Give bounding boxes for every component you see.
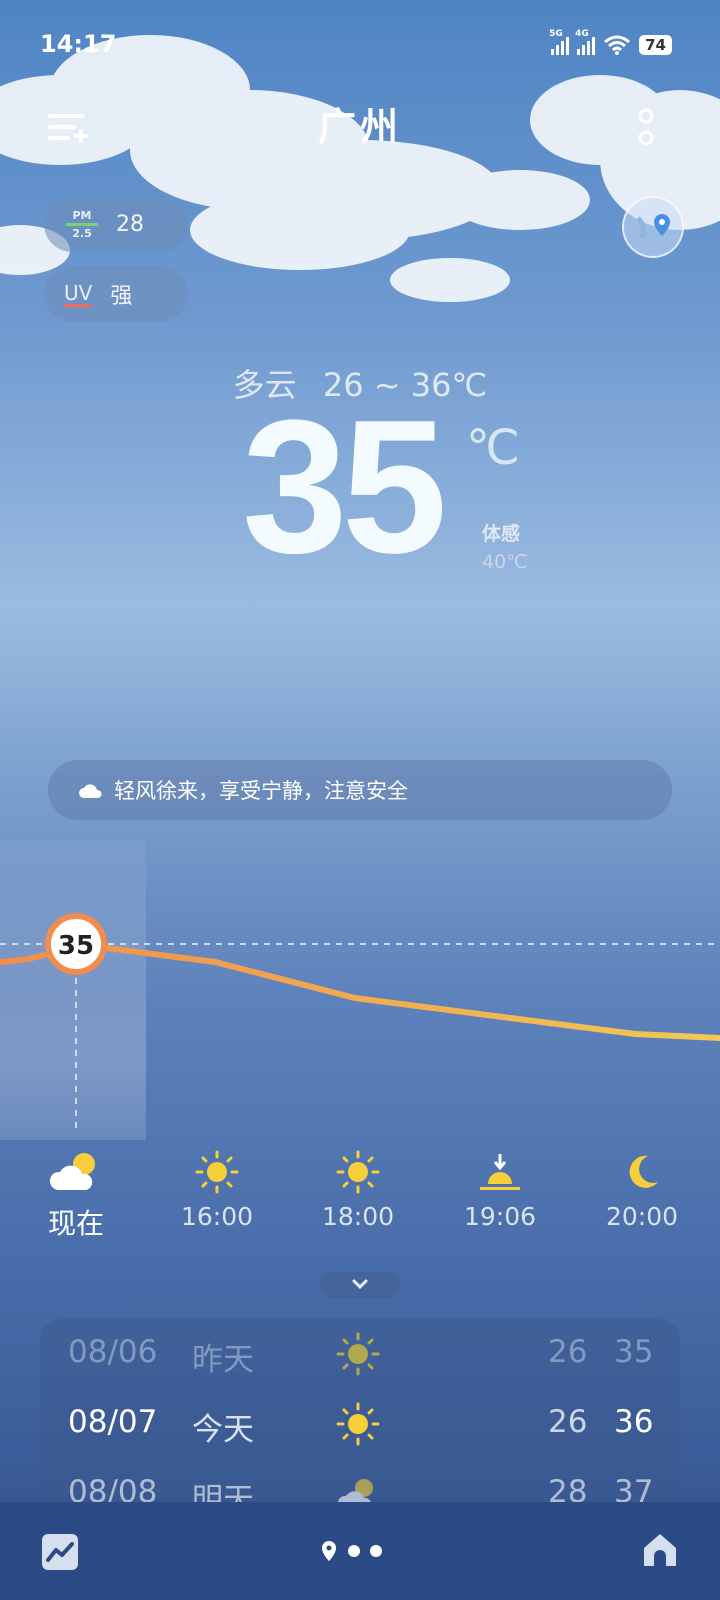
uv-label: UV (64, 280, 93, 307)
daily-high: 37 (614, 1474, 654, 1502)
daily-high: 35 (614, 1334, 654, 1370)
page-dot (370, 1545, 382, 1557)
hourly-item[interactable]: 18:00 (298, 1150, 418, 1231)
uv-chip[interactable]: UV 强 (44, 266, 188, 322)
hourly-item[interactable]: 20:00 (582, 1150, 702, 1231)
trend-chart-icon (46, 1542, 74, 1562)
daily-day: 明天 (192, 1482, 254, 1502)
cloud-icon (79, 784, 102, 798)
daily-high: 36 (614, 1404, 654, 1440)
daily-low: 26 (548, 1404, 588, 1440)
pm-label-bottom: 2.5 (72, 226, 92, 240)
daily-low: 28 (548, 1474, 588, 1502)
daily-low: 26 (548, 1334, 588, 1370)
pm25-value: 28 (116, 211, 144, 237)
weather-tip-banner[interactable]: 轻风徐来，享受宁静，注意安全 (48, 760, 672, 820)
hourly-item-sunset[interactable]: 19:06 (440, 1150, 560, 1231)
sun-icon (336, 1150, 380, 1194)
map-pin-icon (636, 214, 670, 239)
page-dot (348, 1545, 360, 1557)
network-label-2: 4G (575, 29, 589, 39)
tip-text: 轻风徐来，享受宁静，注意安全 (114, 779, 408, 803)
daily-date: 08/08 (68, 1474, 158, 1502)
current-hour-highlight (0, 840, 146, 1140)
wifi-icon (604, 35, 631, 55)
hourly-forecast[interactable]: 现在 16:00 18:00 19:06 20:00 (0, 1150, 720, 1250)
network-label-1: 5G (549, 29, 563, 39)
city-title: 广州 (317, 105, 402, 149)
hourly-item[interactable]: 16:00 (157, 1150, 277, 1231)
sun-icon (336, 1332, 380, 1376)
status-bar: 14:17 5G 4G 74 (0, 0, 720, 96)
temperature-unit: ℃ (466, 422, 520, 475)
daily-date: 08/07 (68, 1404, 158, 1440)
location-pin-icon (322, 1541, 336, 1561)
map-button[interactable] (622, 196, 684, 258)
clock: 14:17 (40, 30, 117, 58)
feels-like-label: 体感 (482, 523, 521, 545)
signal-4g-icon: 4G (575, 29, 596, 55)
daily-day: 今天 (192, 1412, 254, 1448)
expand-forecast-button[interactable] (320, 1272, 400, 1298)
daily-row-today[interactable]: 08/07 今天 26 36 (40, 1388, 680, 1458)
hourly-temperature-chart: 35 (0, 840, 720, 1140)
daily-row-tomorrow[interactable]: 08/08 明天 28 37 (40, 1458, 680, 1502)
sun-icon (336, 1402, 380, 1446)
moon-icon (629, 1155, 658, 1188)
trend-button[interactable] (42, 1534, 78, 1570)
pm25-label: PM 2.5 (66, 210, 98, 239)
now-temperature-label: 35 (58, 931, 94, 961)
hourly-label: 20:00 (605, 1202, 679, 1231)
pm-label-top: PM (72, 208, 92, 222)
hourly-label: 19:06 (463, 1202, 537, 1231)
partly-cloudy-icon (338, 1479, 373, 1502)
daily-day: 昨天 (192, 1342, 254, 1378)
daily-forecast-list[interactable]: 08/06 昨天 26 35 08/07 今天 26 36 08/08 明天 2… (40, 1318, 680, 1502)
more-options-icon[interactable] (638, 106, 654, 146)
partly-cloudy-icon (49, 1153, 95, 1190)
feels-like-value: 40℃ (482, 551, 528, 573)
sunset-icon (480, 1154, 520, 1190)
current-temperature: 35 (242, 381, 447, 593)
chevron-down-icon (352, 1279, 368, 1290)
status-icons: 5G 4G 74 (549, 29, 672, 56)
uv-value: 强 (110, 284, 133, 309)
hourly-item-now[interactable]: 现在 (16, 1150, 136, 1242)
pm25-chip[interactable]: PM 2.5 28 (44, 196, 188, 252)
hourly-label: 现在 (47, 1207, 104, 1240)
hourly-label: 16:00 (180, 1202, 254, 1231)
top-bar: 广州 (0, 96, 720, 156)
hourly-label: 18:00 (321, 1202, 395, 1231)
bottom-bar (0, 1502, 720, 1600)
battery-indicator: 74 (639, 35, 672, 55)
home-icon[interactable] (640, 1530, 680, 1570)
daily-date: 08/06 (68, 1334, 158, 1370)
sun-icon (195, 1150, 239, 1194)
signal-5g-icon: 5G (549, 29, 570, 55)
feels-like: 体感 40℃ (482, 520, 528, 576)
page-indicator (320, 1540, 382, 1562)
daily-row-yesterday[interactable]: 08/06 昨天 26 35 (40, 1318, 680, 1388)
